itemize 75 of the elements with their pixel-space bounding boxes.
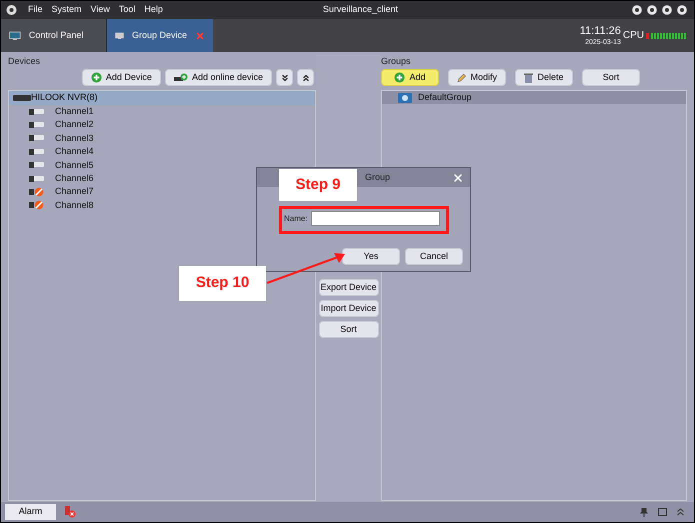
toolbar-button[interactable]: Modify [448, 69, 506, 86]
camera-icon [29, 174, 45, 183]
double-chevron-up-icon[interactable] [677, 508, 684, 516]
channel-label: Channel4 [55, 145, 94, 158]
toolbar-button[interactable]: Add online device [164, 69, 272, 86]
toolbar-button[interactable]: Add Device [82, 69, 161, 86]
collapse-toggle-button[interactable] [297, 69, 314, 86]
menu-item[interactable]: View [90, 3, 110, 17]
clock-time: 11:11:26 [580, 26, 621, 36]
plus-icon [90, 72, 102, 83]
tree-label: DefaultGroup [418, 90, 472, 104]
folder-icon [398, 92, 412, 103]
monitor-icon [9, 28, 21, 42]
toolbar-button[interactable]: Delete [515, 69, 573, 86]
step-callout: Step 9 [279, 169, 357, 201]
channel-item[interactable]: Channel3 [9, 132, 315, 146]
channel-label: Channel7 [55, 185, 94, 198]
alarm-button[interactable]: Alarm [5, 504, 56, 520]
tree-node[interactable]: HILOOK NVR(8) [9, 91, 315, 105]
channel-label: Channel3 [55, 132, 94, 145]
channel-item[interactable]: Channel4 [9, 145, 315, 159]
channel-item[interactable]: Channel5 [9, 158, 315, 172]
channel-label: Channel1 [55, 104, 94, 118]
side-button[interactable]: Export Device [318, 279, 378, 296]
camera-icon [29, 121, 45, 130]
menu-item[interactable]: System [52, 3, 82, 17]
channel-label: Channel2 [55, 118, 94, 132]
dialog-button[interactable]: Cancel [405, 248, 463, 265]
trash-icon [524, 72, 534, 82]
plus-icon [394, 72, 406, 83]
menu-item[interactable]: File [28, 3, 43, 17]
devices-heading: Devices [8, 55, 42, 68]
camera-icon [29, 148, 45, 156]
tab-label: Group Device [132, 28, 187, 42]
double-chevron-up-icon [300, 72, 310, 82]
camera-icon [29, 134, 45, 142]
step-callout: Step 10 [179, 266, 266, 301]
tab[interactable]: Group Device [107, 19, 213, 52]
alarm-muted-icon[interactable] [64, 506, 76, 518]
name-label: Name: [284, 212, 308, 224]
collapse-toggle-button[interactable] [276, 69, 293, 86]
dialog-title: Group [365, 170, 390, 184]
channel-item[interactable]: Channel8 [9, 198, 315, 212]
dialog-button[interactable]: Yes [342, 248, 400, 265]
camera-blocked-icon [29, 200, 45, 210]
channel-label: Channel6 [55, 172, 94, 185]
app-logo-icon [5, 4, 18, 16]
tab[interactable]: Control Panel [1, 19, 107, 52]
name-input-field[interactable] [310, 211, 440, 226]
menu-item[interactable]: Help [144, 3, 163, 17]
device-plus-icon [174, 73, 188, 82]
tree-node[interactable]: DefaultGroup [382, 91, 686, 104]
toolbar-button[interactable]: Sort [582, 69, 640, 86]
window-icon[interactable] [658, 508, 667, 516]
channel-label: Channel8 [55, 198, 94, 212]
camera-icon [29, 161, 45, 170]
toolbar-button[interactable]: Add [381, 69, 439, 86]
channel-label: Channel5 [55, 158, 94, 172]
tree-label: HILOOK NVR(8) [31, 91, 98, 104]
pin-icon[interactable] [640, 508, 648, 516]
tab-label: Control Panel [28, 28, 84, 42]
cpu-meter-icon [646, 32, 686, 38]
side-button[interactable]: Sort [318, 321, 378, 338]
double-chevron-down-icon [280, 72, 290, 82]
menu-item[interactable]: Tool [118, 3, 136, 17]
recorder-icon [13, 95, 31, 101]
channel-item[interactable]: Channel1 [9, 105, 315, 118]
groups-heading: Groups [381, 55, 412, 68]
camera-icon [29, 108, 45, 116]
cpu-label: CPU [622, 29, 644, 43]
side-button[interactable]: Import Device [318, 300, 378, 317]
window-title: Surveillance_client [322, 3, 398, 16]
pencil-icon [457, 72, 466, 82]
channel-item[interactable]: Channel2 [9, 118, 315, 132]
camera-blocked-icon [29, 187, 45, 198]
